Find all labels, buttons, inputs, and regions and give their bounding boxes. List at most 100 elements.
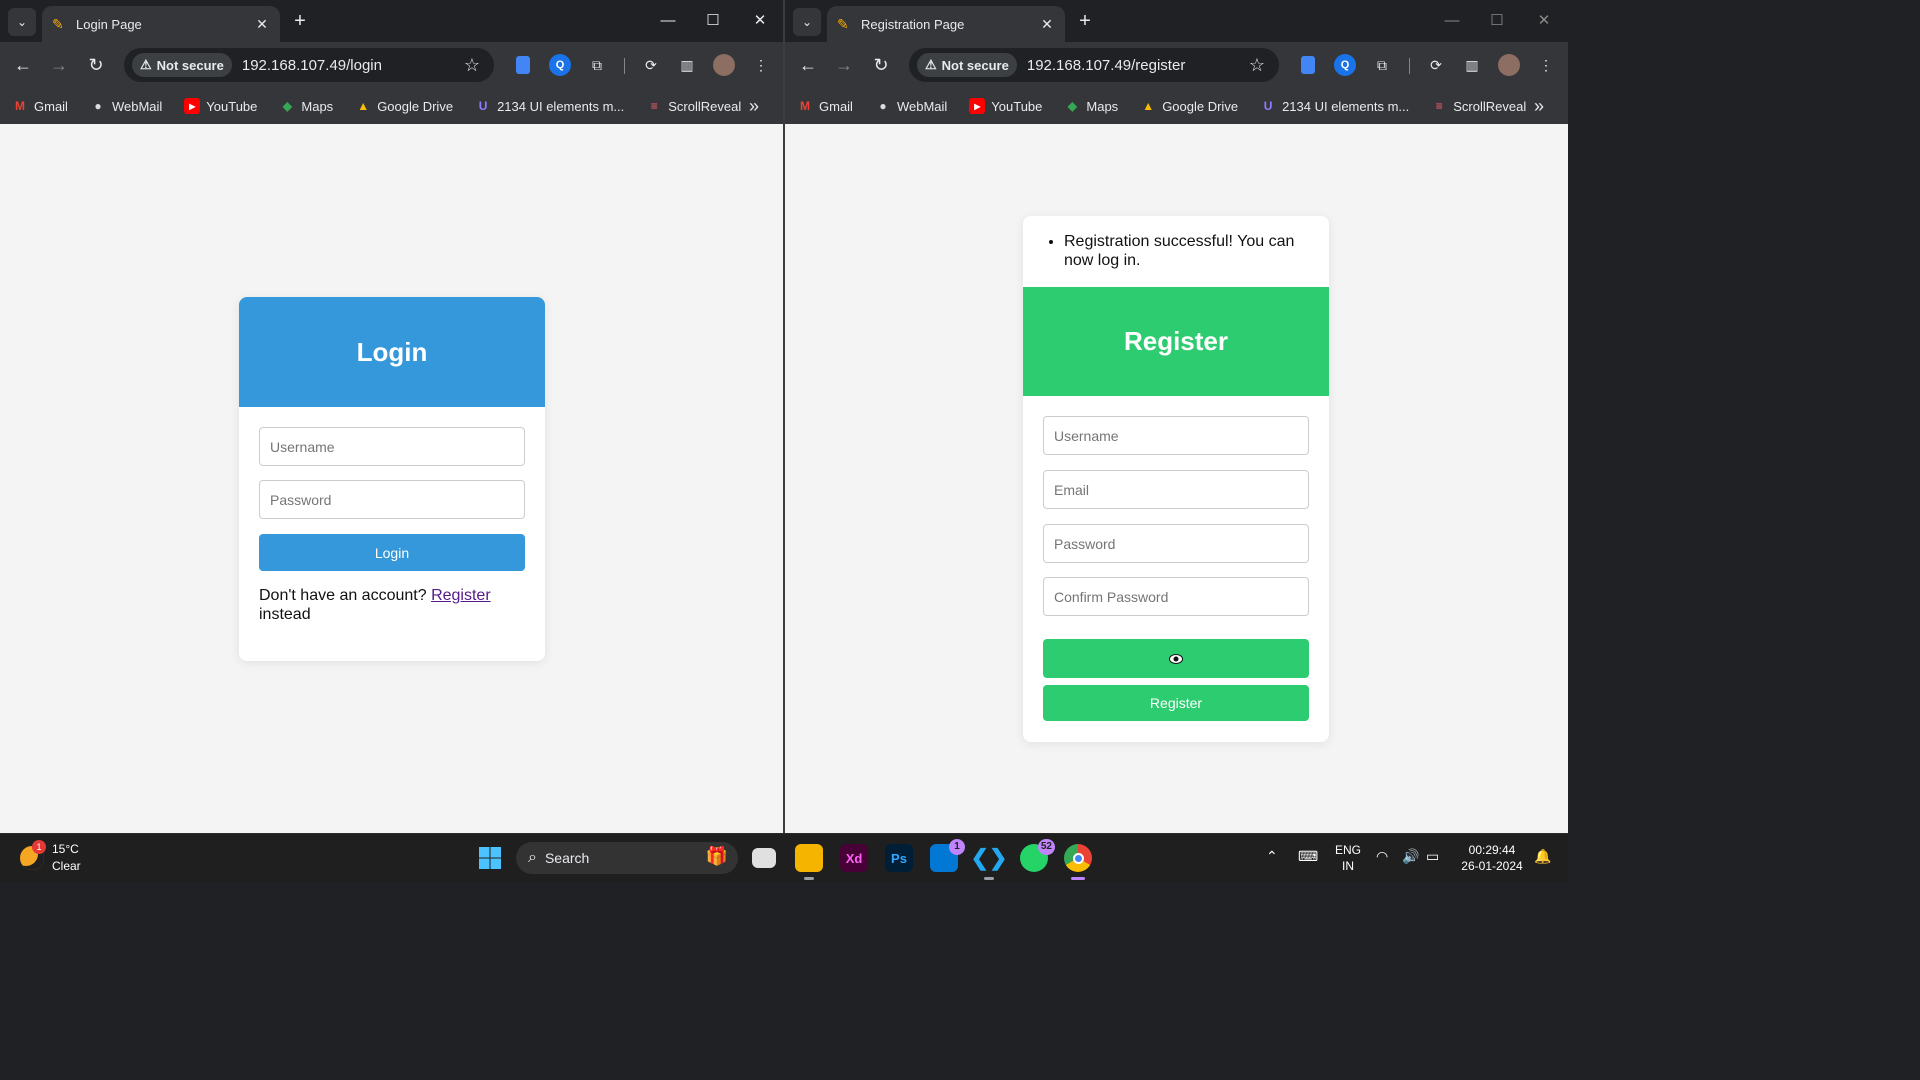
side-panel-icon[interactable]: ▥ bbox=[676, 54, 698, 76]
wifi-icon[interactable]: ◠ bbox=[1376, 848, 1388, 864]
page-favicon-icon: ✎ bbox=[837, 16, 849, 32]
bookmark-label: Google Drive bbox=[1162, 98, 1239, 114]
back-button[interactable]: ← bbox=[795, 52, 821, 78]
close-tab-icon[interactable]: ✕ bbox=[1039, 16, 1055, 33]
prompt-text-suffix: instead bbox=[259, 606, 311, 623]
drive-icon: ▲ bbox=[357, 99, 370, 113]
username-input[interactable] bbox=[1043, 416, 1309, 455]
windows-taskbar: 1 15°C Clear ⌕ Search 🎁 Xd Ps 1 ❮❯ 52 ⌃ … bbox=[0, 833, 1568, 882]
bookmark-webmail[interactable]: ● WebMail bbox=[90, 98, 162, 114]
more-bookmarks-icon[interactable]: » bbox=[1534, 96, 1544, 117]
minimize-button[interactable]: — bbox=[648, 8, 688, 34]
forward-button[interactable]: → bbox=[831, 52, 857, 78]
bookmark-gmail[interactable]: M Gmail bbox=[797, 98, 853, 114]
back-button[interactable]: ← bbox=[10, 52, 36, 78]
reload-button[interactable]: ↻ bbox=[83, 52, 109, 78]
close-tab-icon[interactable]: ✕ bbox=[254, 16, 270, 33]
security-chip[interactable]: ⚠ Not secure bbox=[917, 53, 1017, 77]
maximize-button[interactable]: ☐ bbox=[693, 8, 733, 34]
bookmark-maps[interactable]: ◆ Maps bbox=[1064, 98, 1118, 114]
new-tab-button[interactable]: + bbox=[1073, 8, 1097, 34]
new-tab-button[interactable]: + bbox=[288, 8, 312, 34]
performance-icon[interactable]: ⟳ bbox=[1425, 54, 1447, 76]
chevron-down-icon: ⌄ bbox=[801, 15, 813, 29]
adobe-xd-icon[interactable]: Xd bbox=[840, 844, 868, 872]
docs-extension-icon[interactable] bbox=[1301, 56, 1315, 74]
bookmark-label: ScrollReveal bbox=[668, 98, 742, 114]
bookmark-ui-elements[interactable]: U 2134 UI elements m... bbox=[1260, 98, 1410, 114]
bookmark-gmail[interactable]: M Gmail bbox=[12, 98, 68, 114]
tab-search-button[interactable]: ⌄ bbox=[8, 8, 36, 36]
chrome-center bbox=[1072, 852, 1084, 864]
registration-page: Registration successful! You can now log… bbox=[785, 124, 1568, 833]
start-button[interactable] bbox=[476, 844, 504, 872]
side-panel-icon[interactable]: ▥ bbox=[1461, 54, 1483, 76]
toggle-password-button[interactable] bbox=[1043, 639, 1309, 678]
task-view-icon[interactable] bbox=[752, 848, 776, 868]
webmail-icon: ● bbox=[879, 99, 887, 113]
battery-icon[interactable]: ▭ bbox=[1426, 848, 1439, 864]
store-icon[interactable]: 1 bbox=[930, 839, 965, 872]
bookmark-scrollreveal[interactable]: ≡ ScrollReveal bbox=[646, 98, 742, 114]
url-text[interactable]: 192.168.107.49/register bbox=[1027, 57, 1249, 74]
puzzle-extensions-icon[interactable]: ⧉ bbox=[1371, 54, 1393, 76]
username-input[interactable] bbox=[259, 427, 525, 466]
photoshop-icon[interactable]: Ps bbox=[885, 844, 913, 872]
vscode-icon[interactable]: ❮❯ bbox=[971, 844, 1007, 880]
clock[interactable]: 00:29:44 26-01-2024 bbox=[1456, 842, 1528, 874]
profile-avatar[interactable] bbox=[1498, 54, 1520, 76]
bookmark-ui-elements[interactable]: U 2134 UI elements m... bbox=[475, 98, 625, 114]
security-label: Not secure bbox=[156, 57, 224, 73]
reload-button[interactable]: ↻ bbox=[868, 52, 894, 78]
whatsapp-icon[interactable]: 52 bbox=[1020, 839, 1055, 872]
bookmark-star-icon[interactable]: ☆ bbox=[1249, 55, 1265, 76]
notifications-icon[interactable]: 🔔 bbox=[1534, 848, 1551, 864]
docs-extension-icon[interactable] bbox=[516, 56, 530, 74]
bookmark-webmail[interactable]: ● WebMail bbox=[875, 98, 947, 114]
search-extension-icon[interactable]: Q bbox=[549, 54, 571, 76]
file-explorer-icon[interactable] bbox=[795, 844, 823, 880]
confirm-password-input[interactable] bbox=[1043, 577, 1309, 616]
address-bar[interactable]: ⚠ Not secure 192.168.107.49/register ☆ bbox=[909, 48, 1279, 82]
email-input[interactable] bbox=[1043, 470, 1309, 509]
register-button[interactable]: Register bbox=[1043, 685, 1309, 721]
bookmark-youtube[interactable]: ▶ YouTube bbox=[969, 98, 1042, 114]
close-window-button[interactable]: ✕ bbox=[740, 8, 780, 34]
bookmark-star-icon[interactable]: ☆ bbox=[464, 55, 480, 76]
bookmark-maps[interactable]: ◆ Maps bbox=[279, 98, 333, 114]
show-hidden-icons[interactable]: ⌃ bbox=[1266, 848, 1278, 864]
login-heading: Login bbox=[239, 297, 545, 407]
tab-registration-page[interactable]: ✎ Registration Page ✕ bbox=[827, 6, 1065, 42]
bookmark-scrollreveal[interactable]: ≡ ScrollReveal bbox=[1431, 98, 1527, 114]
menu-dots-icon[interactable]: ⋮ bbox=[750, 54, 772, 76]
menu-dots-icon[interactable]: ⋮ bbox=[1535, 54, 1557, 76]
puzzle-extensions-icon[interactable]: ⧉ bbox=[586, 54, 608, 76]
more-bookmarks-icon[interactable]: » bbox=[749, 96, 759, 117]
password-input[interactable] bbox=[1043, 524, 1309, 563]
login-button[interactable]: Login bbox=[259, 534, 525, 571]
tab-search-button[interactable]: ⌄ bbox=[793, 8, 821, 36]
volume-icon[interactable]: 🔊 bbox=[1402, 848, 1419, 864]
security-chip[interactable]: ⚠ Not secure bbox=[132, 53, 232, 77]
url-text[interactable]: 192.168.107.49/login bbox=[242, 57, 464, 74]
profile-avatar[interactable] bbox=[713, 54, 735, 76]
search-extension-icon[interactable]: Q bbox=[1334, 54, 1356, 76]
close-window-button[interactable]: ✕ bbox=[1524, 8, 1564, 34]
language-indicator[interactable]: ENG IN bbox=[1332, 842, 1364, 874]
bookmark-youtube[interactable]: ▶ YouTube bbox=[184, 98, 257, 114]
password-input[interactable] bbox=[259, 480, 525, 519]
maximize-button[interactable]: ☐ bbox=[1477, 8, 1517, 34]
bookmark-google-drive[interactable]: ▲ Google Drive bbox=[1140, 98, 1238, 114]
tab-login-page[interactable]: ✎ Login Page ✕ bbox=[42, 6, 280, 42]
address-bar[interactable]: ⚠ Not secure 192.168.107.49/login ☆ bbox=[124, 48, 494, 82]
taskbar-search-box[interactable]: ⌕ Search 🎁 bbox=[516, 842, 738, 874]
minimize-button[interactable]: — bbox=[1432, 8, 1472, 34]
performance-icon[interactable]: ⟳ bbox=[640, 54, 662, 76]
forward-button[interactable]: → bbox=[46, 52, 72, 78]
register-link[interactable]: Register bbox=[431, 587, 491, 604]
keyboard-icon[interactable]: ⌨ bbox=[1298, 848, 1318, 864]
windows-logo-icon bbox=[479, 847, 501, 869]
weather-widget[interactable]: 1 15°C Clear bbox=[20, 840, 110, 876]
chrome-icon[interactable] bbox=[1064, 844, 1092, 880]
bookmark-google-drive[interactable]: ▲ Google Drive bbox=[355, 98, 453, 114]
